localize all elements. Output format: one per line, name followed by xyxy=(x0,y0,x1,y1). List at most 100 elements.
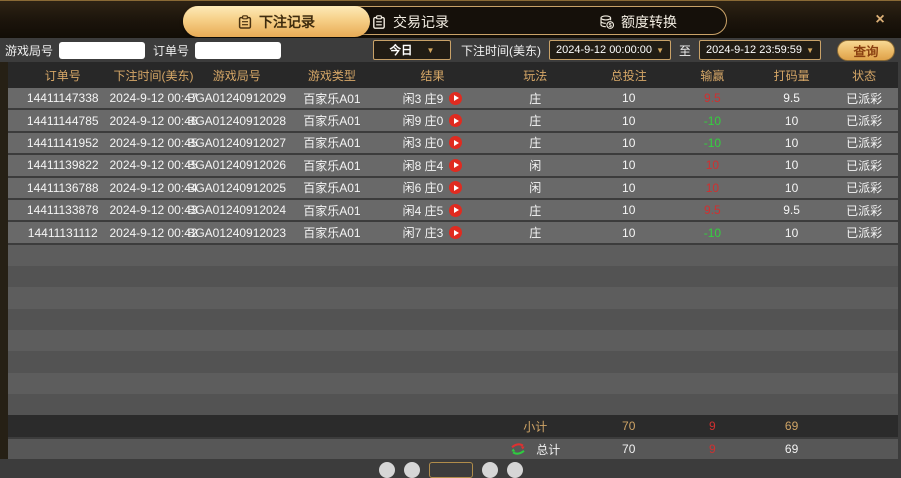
subtotal-win-loss: 9 xyxy=(709,419,716,434)
result-text: 闲3 庄9 xyxy=(402,91,444,106)
col-order-id: 订单号 xyxy=(44,68,81,83)
tab-bet-records-label: 下注记录 xyxy=(259,13,315,30)
col-game-type: 游戏类型 xyxy=(307,68,356,83)
chevron-down-icon: ▼ xyxy=(426,45,435,55)
bet-time-label: 下注时间(美东) xyxy=(460,43,541,58)
empty-row xyxy=(8,351,898,373)
col-win-loss: 输赢 xyxy=(700,68,725,83)
win-loss: -10 xyxy=(703,113,722,128)
play-video-icon[interactable] xyxy=(449,114,463,128)
total-row: 总计 70 9 69 xyxy=(8,439,898,460)
query-button[interactable]: 查询 xyxy=(837,39,895,61)
round-no: BGA01240912025 xyxy=(187,180,287,195)
subtotal-row: 小计 70 9 69 xyxy=(8,415,898,438)
win-loss: 10 xyxy=(705,158,720,173)
empty-row xyxy=(8,308,898,330)
subtotal-total-bet: 70 xyxy=(622,419,636,434)
play-type: 庄 xyxy=(529,226,542,241)
empty-row xyxy=(8,329,898,352)
date-from-select[interactable]: 2024-9-12 00:00:00 ▼ xyxy=(548,40,671,60)
round-no: BGA01240912024 xyxy=(187,203,287,218)
total-bet: 10 xyxy=(622,113,636,128)
empty-rows-area xyxy=(8,244,898,416)
col-bet-time: 下注时间(美东) xyxy=(113,68,194,83)
play-type: 庄 xyxy=(529,114,542,129)
game-type: 百家乐A01 xyxy=(303,158,361,173)
play-video-icon[interactable] xyxy=(449,158,463,172)
win-loss: -10 xyxy=(703,225,722,240)
round-no: BGA01240912023 xyxy=(187,225,287,240)
order-id: 14411147338 xyxy=(26,91,99,106)
game-type: 百家乐A01 xyxy=(303,136,361,151)
play-video-icon[interactable] xyxy=(449,181,463,195)
period-select[interactable]: 今日 ▼ xyxy=(372,40,451,60)
status: 已派彩 xyxy=(846,226,883,241)
ledger-icon xyxy=(238,14,252,29)
subtotal-label: 小计 xyxy=(523,419,548,434)
empty-row xyxy=(8,393,898,416)
turnover: 10 xyxy=(784,158,799,173)
win-loss: 9.5 xyxy=(704,91,721,106)
result-cell: 闲7 庄3 xyxy=(380,222,485,242)
col-result: 结果 xyxy=(420,68,445,83)
coins-icon: $ xyxy=(600,14,615,29)
result-cell: 闲3 庄9 xyxy=(380,88,485,108)
date-to-select[interactable]: 2024-9-12 23:59:59 ▼ xyxy=(699,40,821,60)
result-text: 闲9 庄0 xyxy=(402,114,444,129)
pagination-bar xyxy=(0,459,901,478)
turnover: 9.5 xyxy=(783,91,800,106)
empty-row xyxy=(8,266,898,288)
prev-page-button[interactable] xyxy=(403,462,420,478)
play-video-icon[interactable] xyxy=(449,203,463,217)
result-text: 闲8 庄4 xyxy=(402,158,444,173)
table-header: 订单号 下注时间(美东) 游戏局号 游戏类型 结果 玩法 总投注 输赢 打码量 … xyxy=(8,62,898,88)
refresh-swap-icon[interactable] xyxy=(510,443,526,455)
chevron-down-icon: ▼ xyxy=(656,45,664,55)
last-page-button[interactable] xyxy=(506,462,523,478)
table-row: 14411131112 2024-9-12 00:42 BGA012409120… xyxy=(8,222,898,243)
total-bet: 10 xyxy=(622,203,636,218)
play-video-icon[interactable] xyxy=(449,91,463,105)
first-page-button[interactable] xyxy=(378,462,395,478)
bet-time: 2024-9-12 00:44 xyxy=(109,180,198,195)
table-row: 14411141952 2024-9-12 00:45 BGA012409120… xyxy=(8,132,898,154)
order-id: 14411136788 xyxy=(26,180,99,195)
table-row: 14411139822 2024-9-12 00:45 BGA012409120… xyxy=(8,155,898,176)
left-edge-strip xyxy=(0,62,8,468)
bet-time: 2024-9-12 00:47 xyxy=(109,91,198,106)
page-number-input[interactable] xyxy=(428,462,473,478)
order-no-input[interactable] xyxy=(195,41,282,59)
play-type: 闲 xyxy=(529,158,542,173)
table-row: 14411147338 2024-9-12 00:47 BGA012409120… xyxy=(8,88,898,109)
bet-time: 2024-9-12 00:45 xyxy=(109,135,198,150)
turnover: 10 xyxy=(784,113,799,128)
result-cell: 闲4 庄5 xyxy=(380,200,485,220)
total-label-cell: 总计 xyxy=(485,439,586,459)
empty-row xyxy=(8,372,898,394)
tab-bet-records[interactable]: 下注记录 xyxy=(183,6,370,37)
close-icon[interactable]: × xyxy=(870,10,890,30)
status: 已派彩 xyxy=(846,158,883,173)
game-round-label: 游戏局号 xyxy=(5,43,54,58)
col-turnover: 打码量 xyxy=(773,68,810,83)
next-page-button[interactable] xyxy=(481,462,498,478)
tab-credit-transfer-label: 额度转换 xyxy=(621,13,677,30)
order-id: 14411139822 xyxy=(26,158,99,173)
play-video-icon[interactable] xyxy=(449,136,463,150)
tab-group: 下注记录 交易记录 $ 额度转换 xyxy=(183,6,727,37)
result-cell: 闲9 庄0 xyxy=(380,110,485,130)
order-id: 14411144785 xyxy=(26,113,99,128)
total-total-bet: 70 xyxy=(622,442,636,457)
tab-credit-transfer[interactable]: $ 额度转换 xyxy=(600,7,677,36)
round-no: BGA01240912026 xyxy=(187,158,287,173)
game-round-input[interactable] xyxy=(59,41,146,59)
play-type: 庄 xyxy=(529,136,542,151)
result-text: 闲7 庄3 xyxy=(402,226,444,241)
result-text: 闲4 庄5 xyxy=(402,203,444,218)
play-video-icon[interactable] xyxy=(449,226,463,240)
tab-transaction-records[interactable]: 交易记录 xyxy=(372,7,449,36)
total-turnover: 69 xyxy=(784,442,799,457)
total-win-loss: 9 xyxy=(709,442,716,457)
win-loss: 10 xyxy=(705,180,720,195)
turnover: 10 xyxy=(784,135,799,150)
